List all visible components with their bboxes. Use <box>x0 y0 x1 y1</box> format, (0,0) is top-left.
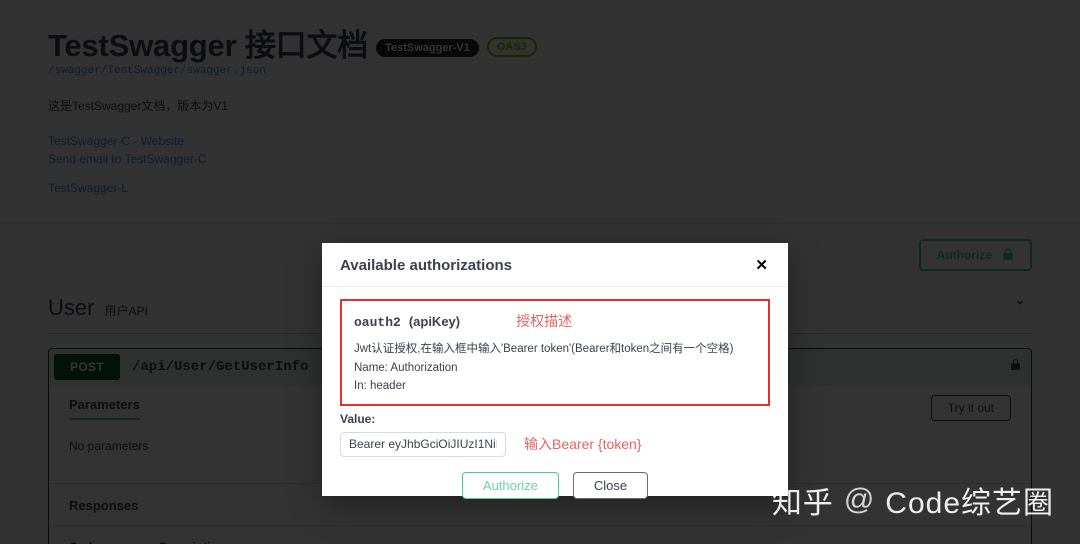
auth-description: Jwt认证授权,在输入框中输入'Bearer token'(Bearer和tok… <box>354 343 734 355</box>
modal-close-button[interactable]: Close <box>572 471 649 499</box>
auth-in-line: In: header <box>354 380 406 393</box>
annotation-value-input: 输入Bearer {token} <box>524 436 642 453</box>
modal-footer: Authorize Close <box>340 471 770 499</box>
available-authorizations-modal: Available authorizations ✕ oauth2 (apiKe… <box>322 243 788 499</box>
auth-scheme-type: (apiKey) <box>408 314 461 329</box>
modal-authorize-button[interactable]: Authorize <box>461 471 559 499</box>
value-row: 输入Bearer {token} <box>340 431 770 457</box>
modal-body: oauth2 (apiKey) 授权描述 Jwt认证授权,在输入框中输入'Bea… <box>322 287 788 499</box>
value-label: Value: <box>340 411 376 426</box>
annotation-auth-description: 授权描述 <box>516 313 573 329</box>
auth-scheme-name: oauth2 <box>354 315 401 330</box>
auth-name-line: Name: Authorization <box>354 361 458 374</box>
auth-title-row: oauth2 (apiKey) 授权描述 <box>354 311 756 331</box>
screenshot-root: TestSwagger 接口文档 TestSwagger-V1 OAS3 /sw… <box>0 0 1080 544</box>
modal-header: Available authorizations ✕ <box>322 243 788 287</box>
auth-definition-box: oauth2 (apiKey) 授权描述 Jwt认证授权,在输入框中输入'Bea… <box>340 299 770 406</box>
authorization-value-input[interactable] <box>340 431 506 457</box>
close-icon[interactable]: ✕ <box>753 258 770 273</box>
modal-title: Available authorizations <box>340 257 512 274</box>
